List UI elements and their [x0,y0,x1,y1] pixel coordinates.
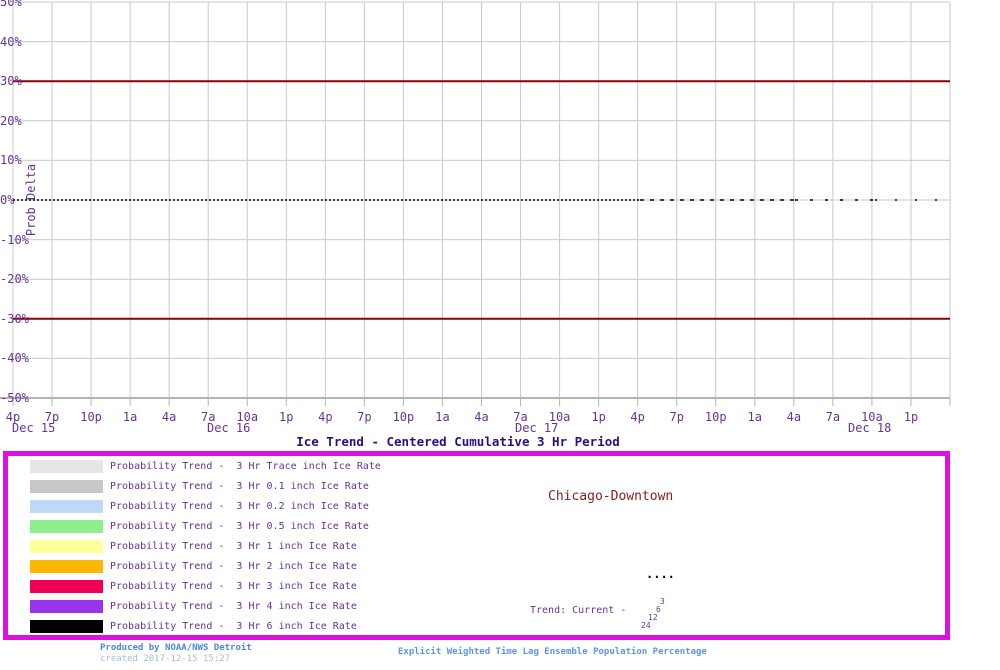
y-tick-label: 30% [0,74,22,89]
x-tick-label: 1p [279,410,294,424]
y-axis-title: Prob Delta [24,163,38,237]
x-date-label: Dec 17 [515,421,559,435]
x-date-label: Dec 18 [848,421,892,435]
x-tick-label: 1a [435,410,450,424]
legend-label: Probability Trend - 3 Hr 0.2 inch Ice Ra… [110,501,369,512]
legend-label: Probability Trend - 3 Hr 6 inch Ice Rate [110,621,357,632]
y-tick-label: 40% [0,34,22,49]
legend-label: Probability Trend - 3 Hr 1 inch Ice Rate [110,541,357,552]
x-tick-label: 1a [122,410,138,424]
x-date-label: Dec 15 [12,421,56,435]
legend-label: Probability Trend - 3 Hr 2 inch Ice Rate [110,561,357,572]
x-tick-label: 4a [474,410,489,424]
x-tick-label: 7p [669,410,684,424]
legend-label: Probability Trend - 3 Hr 0.1 inch Ice Ra… [110,481,369,492]
legend-swatch [30,520,103,533]
x-tick-label: 7p [357,410,372,424]
y-tick-label: 0% [0,193,15,207]
x-tick-label: 4p [318,410,333,424]
legend-box: Probability Trend - 3 Hr Trace inch Ice … [3,451,950,640]
x-tick-label: 4a [786,410,802,424]
y-tick-label: -20% [0,272,29,287]
footer-created-timestamp: created 2017-12-15 15:27 [100,654,231,664]
x-tick-label: 7a [825,410,841,424]
station-label: Chicago-Downtown [548,489,674,504]
y-tick-label: -50% [0,391,29,405]
x-tick-label: 10p [704,410,727,424]
y-tick-label: -30% [0,311,29,326]
footer-method-description: Explicit Weighted Time Lag Ensemble Popu… [398,647,707,657]
y-tick-label: 10% [0,153,22,168]
x-date-label: Dec 16 [207,421,251,435]
legend-swatch [30,620,103,633]
legend-swatch [30,460,103,473]
legend-swatch [30,580,103,593]
x-tick-label: 10p [80,410,102,424]
legend-label: Probability Trend - 3 Hr 4 inch Ice Rate [110,601,357,612]
x-tick-label: 1p [903,410,919,424]
legend-swatch [30,560,103,573]
legend-label: Probability Trend - 3 Hr 0.5 inch Ice Ra… [110,521,369,532]
x-tick-label: 1a [747,410,763,424]
footer-produced-by: Produced by NOAA/NWS Detroit [100,643,252,653]
plot-area [0,1,951,406]
legend-swatch [30,500,103,513]
trend-lag-number: 24 [641,621,651,630]
legend-label: Probability Trend - 3 Hr Trace inch Ice … [110,461,381,472]
y-tick-label: 20% [0,113,22,128]
legend-swatch [30,480,103,493]
chart-title: Ice Trend - Centered Cumulative 3 Hr Per… [296,434,620,449]
legend-swatch [30,540,103,553]
y-tick-label: -40% [0,351,29,366]
x-tick-label: 4p [630,410,645,424]
trend-current-label: Trend: Current - [530,605,627,616]
y-tick-label: 50% [0,0,22,9]
trend-dots-marker: .... [646,567,675,581]
legend-swatch [30,600,103,613]
legend-label: Probability Trend - 3 Hr 3 inch Ice Rate [110,581,357,592]
x-tick-label: 1p [591,410,606,424]
x-tick-label: 4a [161,410,177,424]
x-tick-label: 10p [392,410,415,424]
